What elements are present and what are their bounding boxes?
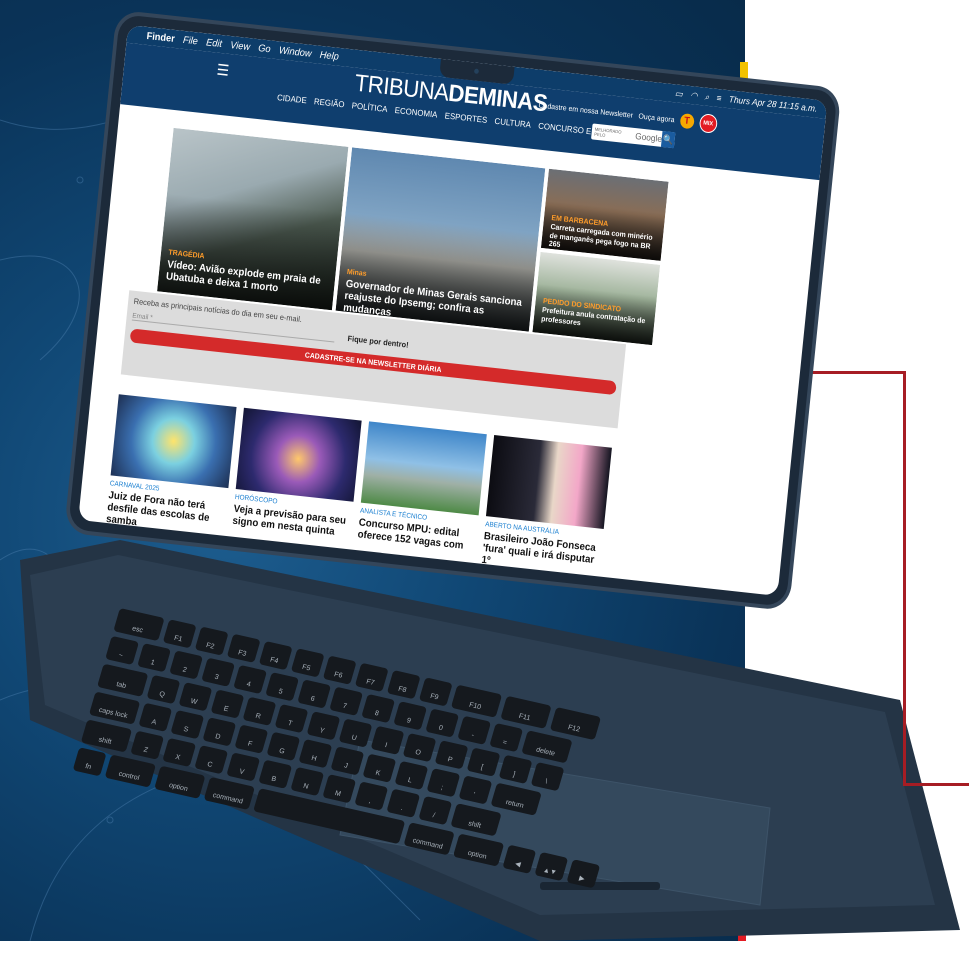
featured-card[interactable]: EM BARBACENA Carreta carregada com minér… — [540, 168, 669, 261]
featured-card[interactable]: Minas Governador de Minas Gerais sancion… — [335, 147, 546, 332]
search-button-icon[interactable]: 🔍 — [661, 131, 676, 149]
nav-item-cultura[interactable]: CULTURA — [494, 116, 531, 130]
menu-app-finder[interactable]: Finder — [146, 30, 175, 44]
nav-item-politica[interactable]: POLÍTICA — [351, 100, 388, 114]
featured-card[interactable]: TRAGÉDIA Vídeo: Avião explode em praia d… — [157, 127, 349, 311]
connector-line — [903, 783, 969, 786]
story-card[interactable]: HORÓSCOPO Veja a previsão para seu signo… — [232, 407, 362, 540]
wifi-icon[interactable]: ◠ — [690, 90, 698, 102]
menu-edit[interactable]: Edit — [206, 37, 223, 50]
menu-view[interactable]: View — [230, 40, 251, 53]
story-card[interactable]: ANALISTA E TÉCNICO Concurso MPU: edital … — [357, 421, 487, 553]
nav-item-economia[interactable]: ECONOMIA — [394, 105, 438, 120]
story-thumbnail[interactable] — [485, 435, 612, 529]
newsletter-link[interactable]: Cadastre em nossa Newsletter — [538, 101, 633, 120]
search-icon[interactable]: ⌕ — [704, 91, 710, 102]
search-placeholder: MELHORADO PELO — [594, 126, 622, 138]
logo-text-de: DE — [447, 79, 480, 110]
nav-item-regiao[interactable]: REGIÃO — [314, 96, 345, 109]
laptop-front-notch — [540, 882, 660, 890]
menu-go[interactable]: Go — [258, 43, 271, 55]
search-brand: Google — [634, 131, 663, 144]
story-card[interactable]: CARNAVAL 2025 Juiz de Fora não terá desf… — [106, 394, 237, 538]
newsletter-heading: Fique por dentro! — [347, 334, 410, 350]
connector-line — [903, 371, 906, 786]
story-thumbnail[interactable] — [110, 394, 237, 489]
nav-item-esportes[interactable]: ESPORTES — [444, 110, 487, 125]
story-thumbnail[interactable] — [360, 421, 487, 516]
listen-link[interactable]: Ouça agora — [638, 111, 675, 124]
menu-file[interactable]: File — [182, 34, 198, 47]
menu-help[interactable]: Help — [319, 49, 339, 62]
story-card[interactable]: ABERTO NA AUSTRÁLIA Brasileiro João Fons… — [481, 435, 612, 579]
featured-card[interactable]: PEDIDO DO SINDICATO Prefeitura anula con… — [532, 251, 661, 346]
laptop-lid: Finder File Edit View Go Window Help ▭ ◠… — [68, 14, 838, 607]
radio-mix-badge[interactable]: MIX — [698, 113, 718, 134]
nav-item-cidade[interactable]: CIDADE — [277, 92, 308, 105]
radio-t-badge[interactable]: T — [679, 112, 695, 130]
control-center-icon[interactable]: ≡ — [716, 93, 722, 103]
laptop-screen: Finder File Edit View Go Window Help ▭ ◠… — [78, 24, 828, 596]
story-thumbnail[interactable] — [235, 407, 362, 502]
menu-window[interactable]: Window — [278, 45, 312, 59]
hamburger-menu-icon[interactable]: ☰ — [216, 61, 230, 80]
battery-icon[interactable]: ▭ — [674, 88, 683, 100]
